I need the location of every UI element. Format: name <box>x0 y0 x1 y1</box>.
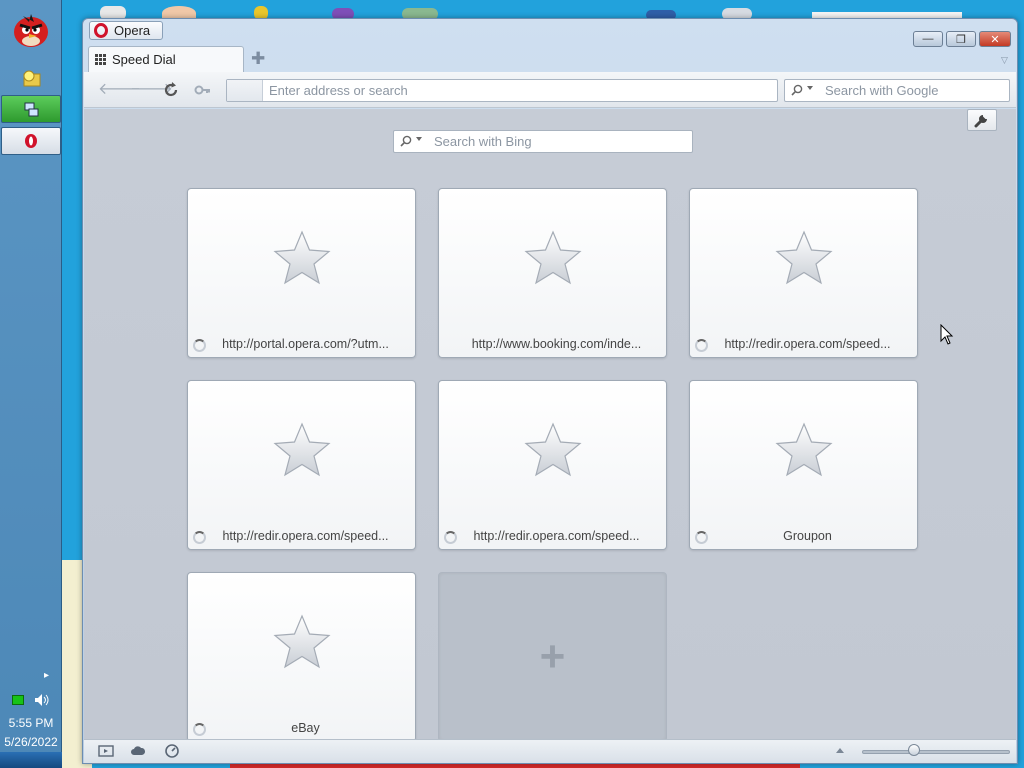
forward-arrow-icon[interactable]: 🡒 <box>130 81 173 99</box>
speed-dial-page: http://portal.opera.com/?utm... http://ww… <box>84 109 1016 742</box>
system-tray <box>0 690 62 710</box>
status-bar <box>84 739 1016 763</box>
network-computer-icon <box>24 102 39 117</box>
speed-dial-tile[interactable]: http://redir.opera.com/speed... <box>187 380 416 550</box>
zoom-reset-icon[interactable] <box>836 748 844 753</box>
clock-time[interactable]: 5:55 PM <box>0 716 62 730</box>
address-bar[interactable] <box>226 79 778 102</box>
speed-dial-grid-icon <box>95 53 107 66</box>
zoom-slider-handle[interactable] <box>907 744 920 756</box>
loading-spinner-icon <box>193 723 206 736</box>
mouse-pointer-icon <box>940 324 954 345</box>
star-placeholder-icon <box>774 229 834 287</box>
key-icon[interactable] <box>194 81 212 99</box>
show-hidden-icons-arrow-icon[interactable]: ▸ <box>44 670 49 681</box>
folder-lightbulb-icon[interactable] <box>18 68 44 88</box>
add-plus-icon: + <box>539 632 566 681</box>
loading-spinner-icon <box>695 339 708 352</box>
tile-label: eBay <box>291 721 320 735</box>
tile-label: http://www.booking.com/inde... <box>471 337 642 351</box>
restore-button[interactable]: ❐ <box>946 31 976 47</box>
close-button[interactable]: ✕ <box>979 31 1011 47</box>
loading-spinner-icon <box>193 339 206 352</box>
minimize-button[interactable]: — <box>913 31 943 47</box>
opera-link-cloud-icon[interactable] <box>130 744 146 758</box>
tile-label: http://redir.opera.com/speed... <box>222 529 389 543</box>
tile-label: http://redir.opera.com/speed... <box>473 529 640 543</box>
add-speed-dial-button[interactable]: + <box>438 572 667 742</box>
tab-speed-dial[interactable]: Speed Dial <box>88 46 244 72</box>
angry-bird-logo-icon <box>14 14 48 47</box>
opera-menu-button[interactable]: Opera <box>89 21 163 40</box>
speed-dial-tile[interactable]: http://portal.opera.com/?utm... <box>187 188 416 358</box>
address-input[interactable] <box>269 82 769 99</box>
opera-menu-label: Opera <box>114 23 151 38</box>
taskbar: ▸ 5:55 PM 5/26/2022 <box>0 0 62 768</box>
panel-toggle-icon[interactable] <box>98 744 114 758</box>
toolbar-search-box[interactable] <box>784 79 1010 102</box>
star-placeholder-icon <box>774 421 834 479</box>
search-input[interactable] <box>825 82 1005 99</box>
bing-search-input[interactable] <box>434 133 684 150</box>
clock-date[interactable]: 5/26/2022 <box>0 735 62 749</box>
loading-spinner-icon <box>193 531 206 544</box>
tab-label: Speed Dial <box>112 52 176 67</box>
tab-list-chevron-down-icon[interactable]: ▽ <box>1001 55 1008 66</box>
tile-label: http://redir.opera.com/speed... <box>724 337 891 351</box>
search-icon[interactable] <box>791 84 803 96</box>
loading-spinner-icon <box>444 531 457 544</box>
taskbar-bottom-strip <box>0 752 62 768</box>
search-engine-dropdown-icon[interactable] <box>807 86 813 90</box>
new-tab-plus-icon[interactable]: ✚ <box>251 50 265 67</box>
loading-spinner-icon <box>695 531 708 544</box>
taskbar-opera-button[interactable] <box>1 127 61 155</box>
back-arrow-icon[interactable]: 🡐 <box>98 81 141 99</box>
navigation-toolbar: 🡐 🡒 <box>84 72 1016 108</box>
speed-dial-settings-button[interactable] <box>967 109 997 131</box>
star-placeholder-icon <box>272 421 332 479</box>
tile-label: Groupon <box>783 529 832 543</box>
opera-logo-icon <box>25 134 37 148</box>
speed-dial-tile[interactable]: http://www.booking.com/inde... <box>438 188 667 358</box>
tile-label: http://portal.opera.com/?utm... <box>222 337 389 351</box>
opera-logo-icon <box>94 23 108 38</box>
search-icon[interactable] <box>400 135 412 147</box>
speed-dial-tile[interactable]: Groupon <box>689 380 918 550</box>
star-placeholder-icon <box>523 229 583 287</box>
bing-search-box[interactable] <box>393 130 693 153</box>
network-status-icon[interactable] <box>12 695 24 705</box>
speed-dial-tile[interactable]: eBay <box>187 572 416 742</box>
taskbar-network-button[interactable] <box>1 95 61 123</box>
star-placeholder-icon <box>272 229 332 287</box>
zoom-slider[interactable] <box>862 750 1010 754</box>
volume-icon[interactable] <box>34 693 50 707</box>
site-info-badge[interactable] <box>227 80 263 101</box>
star-placeholder-icon <box>272 613 332 671</box>
reload-icon[interactable] <box>162 81 180 99</box>
opera-turbo-gauge-icon[interactable] <box>164 744 180 758</box>
speed-dial-tile[interactable]: http://redir.opera.com/speed... <box>438 380 667 550</box>
search-engine-dropdown-icon[interactable] <box>416 137 422 141</box>
wrench-icon <box>974 115 987 128</box>
star-placeholder-icon <box>523 421 583 479</box>
opera-window: Opera — ❐ ✕ Speed Dial ✚ ▽ 🡐 🡒 Enter add… <box>82 18 1018 764</box>
speed-dial-tile[interactable]: http://redir.opera.com/speed... <box>689 188 918 358</box>
